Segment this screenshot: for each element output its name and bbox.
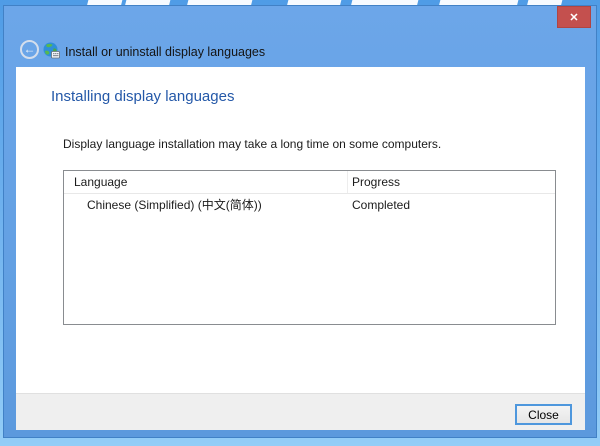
dialog-footer: Close bbox=[16, 393, 585, 430]
description-text: Display language installation may take a… bbox=[63, 137, 441, 151]
window-close-button[interactable]: ✕ bbox=[557, 6, 591, 28]
back-arrow-icon: ← bbox=[24, 42, 36, 56]
close-icon: ✕ bbox=[569, 11, 578, 24]
close-button[interactable]: Close bbox=[515, 404, 572, 425]
display-language-globe-icon bbox=[43, 42, 60, 59]
list-item-language-row[interactable]: Chinese (Simplified) (中文(简体)) Completed bbox=[64, 194, 555, 215]
progress-cell: Completed bbox=[348, 194, 555, 215]
page-title: Installing display languages bbox=[51, 88, 234, 105]
dialog-client-area: Installing display languages Display lan… bbox=[16, 67, 585, 430]
dialog-window: ✕ ← Install or uninstall display languag… bbox=[3, 5, 597, 438]
column-header-language[interactable]: Language bbox=[64, 171, 348, 193]
language-cell: Chinese (Simplified) (中文(简体)) bbox=[64, 194, 348, 215]
window-titlebar[interactable]: ✕ ← Install or uninstall display languag… bbox=[4, 6, 596, 67]
listview-header: Language Progress bbox=[64, 171, 555, 194]
column-header-progress[interactable]: Progress bbox=[348, 171, 555, 193]
window-title: Install or uninstall display languages bbox=[65, 45, 265, 59]
language-listview[interactable]: Language Progress Chinese (Simplified) (… bbox=[63, 170, 556, 325]
back-button[interactable]: ← bbox=[20, 40, 39, 59]
